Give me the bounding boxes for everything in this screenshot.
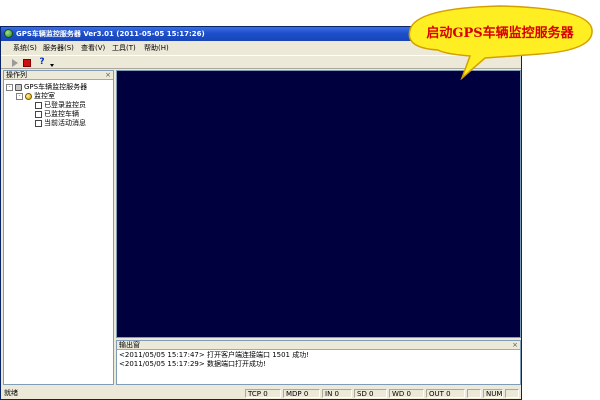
tree-node-active-messages[interactable]: 当前活动消息 (35, 119, 86, 128)
status-empty (467, 389, 481, 398)
output-panel-title: 输出窗 (119, 341, 140, 349)
document-icon (35, 102, 42, 109)
collapse-toggle[interactable]: - (6, 84, 13, 91)
status-empty (505, 389, 519, 398)
status-mdp: MDP 0 (283, 389, 320, 398)
close-icon[interactable]: × (512, 341, 518, 350)
document-icon (35, 111, 42, 118)
output-line: <2011/05/05 15:17:29> 数据端口打开成功! (119, 360, 266, 368)
operation-panel: 操作列 × - GPS车辆监控服务器 - 监控室 已登录监控员 已监控车辆 当前… (3, 70, 114, 385)
tree-node-label: 监控室 (34, 92, 55, 100)
status-out: OUT 0 (426, 389, 465, 398)
tree-node-label: 已登录监控员 (44, 101, 86, 109)
callout-text: 启动GPS车辆监控服务器 (426, 26, 574, 41)
main-display-area[interactable] (116, 70, 521, 338)
tree-node-monitored-vehicles[interactable]: 已监控车辆 (35, 110, 79, 119)
output-panel-header: 输出窗 × (117, 341, 520, 350)
status-wd: WD 0 (389, 389, 424, 398)
status-in: IN 0 (322, 389, 352, 398)
callout-outline (408, 5, 593, 80)
status-tcp: TCP 0 (245, 389, 281, 398)
tree-node-monitor-room[interactable]: - 监控室 (16, 92, 55, 101)
status-sd: SD 0 (354, 389, 387, 398)
tree-node-label: 当前活动消息 (44, 119, 86, 127)
server-icon (15, 84, 22, 91)
tree-node-label: GPS车辆监控服务器 (24, 83, 88, 91)
tree-node-label: 已监控车辆 (44, 110, 79, 118)
globe-icon (25, 93, 32, 100)
document-icon (35, 120, 42, 127)
app-window: GPS车辆监控服务器 Ver3.01 (2011-05-05 15:17:26)… (0, 26, 522, 400)
status-ready-text: 就绪 (4, 389, 18, 397)
tree-node-logged-in-monitors[interactable]: 已登录监控员 (35, 101, 86, 110)
output-line: <2011/05/05 15:17:47> 打开客户端连接端口 1501 成功! (119, 351, 310, 359)
output-panel: 输出窗 × <2011/05/05 15:17:47> 打开客户端连接端口 15… (116, 340, 521, 385)
tree-node-server[interactable]: - GPS车辆监控服务器 (6, 83, 87, 92)
collapse-toggle[interactable]: - (16, 93, 23, 100)
status-bar: 就绪 TCP 0 MDP 0 IN 0 SD 0 WD 0 OUT 0 NUM (1, 388, 521, 399)
status-num: NUM (483, 389, 503, 398)
